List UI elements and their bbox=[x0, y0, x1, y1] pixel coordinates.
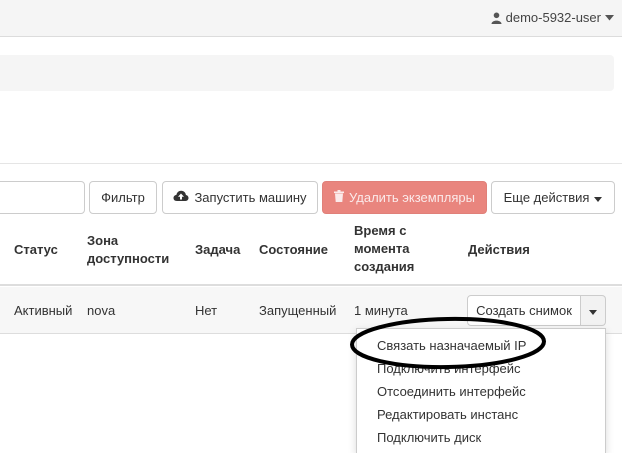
column-header-time[interactable]: Время с момента создания bbox=[354, 222, 414, 276]
username-label: demo-5932-user bbox=[505, 10, 601, 25]
column-header-task[interactable]: Задача bbox=[195, 241, 240, 259]
caret-down-icon bbox=[589, 303, 597, 318]
row-action-group: Создать снимок bbox=[467, 295, 606, 326]
launch-instance-label: Запустить машину bbox=[194, 190, 307, 205]
breadcrumb bbox=[0, 55, 614, 91]
user-menu[interactable]: demo-5932-user bbox=[491, 10, 614, 25]
menu-item-attach-volume[interactable]: Подключить диск bbox=[377, 430, 481, 445]
filter-button-label: Фильтр bbox=[101, 190, 145, 205]
column-header-time-line2: момента bbox=[354, 241, 410, 256]
column-header-time-line3: создания bbox=[354, 259, 415, 274]
cloud-upload-icon bbox=[173, 190, 189, 205]
menu-item-attach-interface[interactable]: Подключить интерфейс bbox=[377, 361, 521, 376]
trash-icon bbox=[334, 190, 345, 205]
caret-down-icon bbox=[594, 190, 603, 205]
user-icon bbox=[491, 12, 502, 24]
column-header-zone-line2: доступности bbox=[87, 251, 170, 266]
chevron-down-icon bbox=[605, 14, 614, 21]
more-actions-button[interactable]: Еще действия bbox=[491, 181, 615, 214]
column-header-actions: Действия bbox=[468, 242, 530, 257]
search-input[interactable] bbox=[0, 181, 85, 214]
create-snapshot-label: Создать снимок bbox=[476, 303, 572, 318]
menu-item-associate-floating-ip[interactable]: Связать назначаемый IP bbox=[377, 338, 526, 353]
column-header-time-line1: Время с bbox=[354, 223, 407, 238]
menu-item-edit-instance[interactable]: Редактировать инстанс bbox=[377, 407, 518, 422]
top-navbar: demo-5932-user bbox=[0, 0, 622, 37]
cell-time: 1 минута bbox=[354, 303, 408, 318]
cell-state: Запущенный bbox=[259, 303, 337, 318]
more-actions-label: Еще действия bbox=[503, 190, 590, 205]
filter-button[interactable]: Фильтр bbox=[89, 181, 157, 214]
cell-status: Активный bbox=[14, 303, 73, 318]
cell-task: Нет bbox=[195, 303, 218, 318]
cell-zone: nova bbox=[87, 303, 116, 318]
divider bbox=[0, 163, 622, 164]
menu-item-detach-interface[interactable]: Отсоединить интерфейс bbox=[377, 384, 526, 399]
column-header-zone[interactable]: Зона доступности bbox=[87, 232, 169, 268]
create-snapshot-button[interactable]: Создать снимок bbox=[467, 295, 581, 326]
column-header-status[interactable]: Статус bbox=[14, 241, 58, 259]
delete-instances-label: Удалить экземпляры bbox=[349, 190, 475, 205]
delete-instances-button[interactable]: Удалить экземпляры bbox=[322, 181, 487, 214]
column-header-zone-line1: Зона bbox=[87, 233, 119, 248]
launch-instance-button[interactable]: Запустить машину bbox=[162, 181, 318, 214]
column-header-state[interactable]: Состояние bbox=[259, 241, 328, 259]
row-actions-toggle[interactable] bbox=[581, 295, 606, 326]
row-actions-dropdown: Связать назначаемый IP Подключить интерф… bbox=[356, 328, 606, 453]
table-header: Статус Зона доступности Задача Состояние… bbox=[0, 220, 622, 286]
